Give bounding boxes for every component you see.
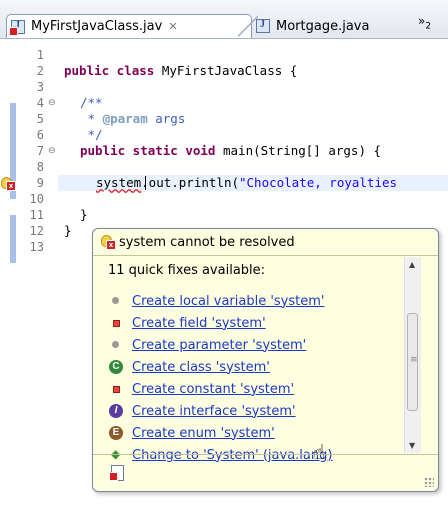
string-literal: "Chocolate, royalties bbox=[239, 175, 398, 190]
code-line-2: public class MyFirstJavaClass { bbox=[64, 63, 297, 79]
code-line-4: /** bbox=[80, 95, 103, 110]
code-text: MyFirstJavaClass { bbox=[161, 63, 298, 78]
error-message: system cannot be resolved bbox=[119, 234, 295, 250]
code-text: .out.println( bbox=[141, 175, 239, 190]
list-item[interactable]: E Create enum 'system' bbox=[109, 423, 275, 443]
quick-fix-link[interactable]: Create parameter 'system' bbox=[132, 338, 306, 353]
quick-fix-link[interactable]: Create constant 'system' bbox=[132, 382, 294, 397]
line-number: 1 bbox=[36, 48, 44, 62]
list-item[interactable]: C Create class 'system' bbox=[109, 357, 270, 377]
code-line-6: */ bbox=[80, 127, 103, 142]
list-item[interactable]: I Create interface 'system' bbox=[109, 401, 296, 421]
line-number: 6 bbox=[36, 128, 44, 142]
quick-fix-error-icon[interactable]: x bbox=[0, 176, 16, 191]
line-number: 10 bbox=[29, 192, 44, 206]
quick-fix-popup: x system cannot be resolved 11 quick fix… bbox=[92, 228, 439, 492]
comment-text: * bbox=[80, 111, 103, 126]
line-number: 13 bbox=[29, 240, 44, 254]
scroll-down-arrow-icon[interactable]: ▼ bbox=[409, 441, 415, 450]
parameter-icon bbox=[109, 338, 123, 352]
code-line-5: * @param args bbox=[80, 111, 186, 127]
problem-document-icon[interactable] bbox=[109, 465, 125, 481]
line-number: 11 bbox=[29, 208, 44, 222]
field-icon bbox=[109, 316, 123, 330]
line-number: 8 bbox=[36, 160, 44, 174]
keyword: public class bbox=[64, 63, 162, 78]
java-file-icon: J bbox=[256, 19, 270, 33]
quick-fix-link[interactable]: Create enum 'system' bbox=[132, 426, 275, 441]
tab-myfirstjavaclass[interactable]: J MyFirstJavaClass.jav ✕ bbox=[6, 14, 252, 38]
editor-tab-bar: J MyFirstJavaClass.jav ✕ J Mortgage.java… bbox=[0, 0, 448, 39]
line-number: 12 bbox=[29, 224, 44, 238]
quick-fix-count: 11 quick fixes available: bbox=[108, 263, 266, 278]
quick-fix-link[interactable]: Create local variable 'system' bbox=[132, 294, 324, 309]
line-number: 7 bbox=[36, 144, 44, 158]
quick-fix-link[interactable]: Create class 'system' bbox=[132, 360, 270, 375]
line-number: 4 bbox=[36, 96, 44, 110]
popup-footer bbox=[93, 454, 438, 491]
vertical-ruler: x bbox=[0, 39, 18, 510]
keyword: public static void bbox=[80, 143, 223, 158]
list-item[interactable]: Create parameter 'system' bbox=[109, 335, 306, 355]
code-line-7: public static void main(String[] args) { bbox=[80, 143, 381, 159]
tab-label: MyFirstJavaClass.jav bbox=[31, 19, 163, 34]
tab-mortgage[interactable]: J Mortgage.java bbox=[238, 13, 386, 39]
list-item[interactable]: Create field 'system' bbox=[109, 313, 266, 333]
quick-fix-link[interactable]: Create field 'system' bbox=[132, 316, 266, 331]
grip-icon: ≡ bbox=[410, 355, 418, 365]
comment-text: args bbox=[147, 111, 186, 126]
scrollbar-thumb[interactable]: ≡ bbox=[407, 313, 418, 411]
popup-header: x system cannot be resolved bbox=[93, 229, 438, 256]
scroll-up-arrow-icon[interactable]: ▲ bbox=[409, 260, 415, 269]
enum-icon: E bbox=[109, 426, 123, 440]
class-icon: C bbox=[109, 360, 123, 374]
fold-collapse-icon[interactable]: ⊖ bbox=[48, 95, 56, 111]
constant-icon bbox=[109, 382, 123, 396]
error-bulb-icon: x bbox=[101, 235, 116, 250]
tab-label: Mortgage.java bbox=[276, 18, 370, 34]
java-file-error-icon: J bbox=[9, 19, 25, 36]
error-token[interactable]: system bbox=[96, 175, 141, 190]
fold-collapse-icon[interactable]: ⊖ bbox=[48, 143, 56, 159]
resize-grip-icon[interactable] bbox=[424, 477, 434, 487]
code-line-10: } bbox=[80, 207, 88, 222]
line-number: 9 bbox=[36, 176, 44, 190]
code-line-12: } bbox=[64, 223, 72, 238]
change-marker bbox=[10, 215, 16, 263]
quick-fix-link[interactable]: Create interface 'system' bbox=[132, 404, 296, 419]
code-line-8: system.out.println("Chocolate, royalties bbox=[96, 175, 397, 191]
interface-icon: I bbox=[109, 404, 123, 418]
text-cursor bbox=[145, 176, 146, 190]
line-number: 5 bbox=[36, 112, 44, 126]
javadoc-tag: @param bbox=[102, 111, 148, 126]
popup-scrollbar[interactable]: ▲ ≡ ▼ bbox=[404, 257, 421, 453]
code-text: main(String[] args) { bbox=[223, 143, 382, 158]
local-variable-icon bbox=[109, 294, 123, 308]
list-item[interactable]: Create local variable 'system' bbox=[109, 291, 324, 311]
hand-pointer-icon: ☝ bbox=[313, 440, 326, 464]
tab-overflow-count: 2 bbox=[425, 21, 432, 32]
list-item[interactable]: Create constant 'system' bbox=[109, 379, 294, 399]
close-icon[interactable]: ✕ bbox=[168, 20, 177, 33]
line-number: 3 bbox=[36, 80, 44, 94]
tab-overflow-button[interactable]: »2 bbox=[418, 14, 431, 31]
line-number: 2 bbox=[36, 64, 44, 78]
